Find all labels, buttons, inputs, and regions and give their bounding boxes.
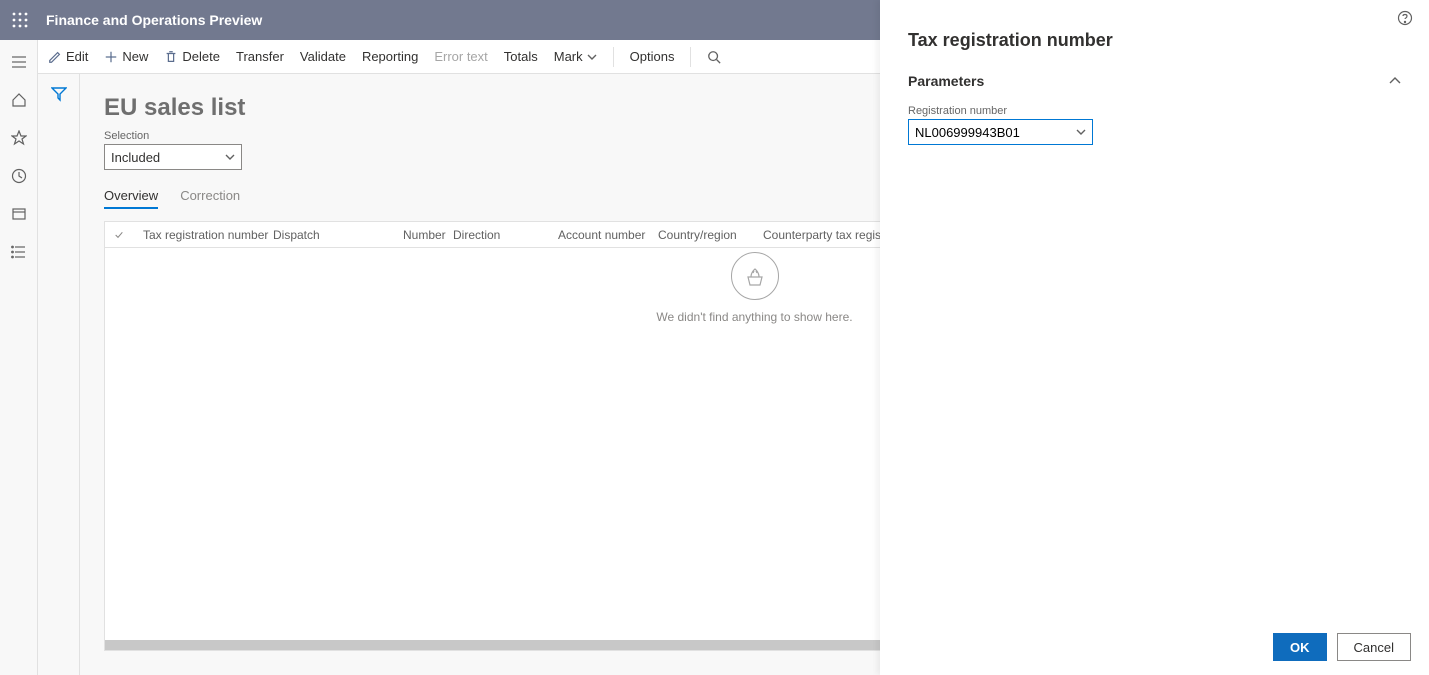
cancel-button[interactable]: Cancel (1337, 633, 1411, 661)
new-label: New (122, 49, 148, 64)
clock-icon (11, 168, 27, 184)
search-icon (707, 50, 721, 64)
modules-button[interactable] (9, 242, 29, 262)
panel-title: Tax registration number (880, 26, 1429, 67)
col-number[interactable]: Number (393, 228, 443, 242)
app-launcher-button[interactable] (0, 0, 40, 40)
filter-button[interactable] (51, 86, 67, 675)
error-text-button[interactable]: Error text (434, 49, 487, 64)
tab-correction[interactable]: Correction (180, 188, 240, 209)
left-nav-rail (0, 40, 38, 675)
registration-number-dropdown[interactable] (1071, 127, 1092, 137)
edit-button[interactable]: Edit (48, 49, 88, 64)
workspaces-button[interactable] (9, 204, 29, 224)
registration-number-field[interactable] (908, 119, 1093, 145)
empty-illustration (731, 252, 779, 300)
col-account[interactable]: Account number (548, 228, 648, 242)
trash-icon (164, 50, 178, 64)
edit-label: Edit (66, 49, 88, 64)
col-country[interactable]: Country/region (648, 228, 753, 242)
reporting-label: Reporting (362, 49, 418, 64)
chevron-up-icon (1389, 75, 1401, 87)
filter-icon (51, 86, 67, 102)
hamburger-button[interactable] (9, 52, 29, 72)
options-button[interactable]: Options (630, 49, 675, 64)
home-button[interactable] (9, 90, 29, 110)
hamburger-icon (11, 54, 27, 70)
mark-menu[interactable]: Mark (554, 49, 597, 64)
selection-value: Included (111, 150, 160, 165)
new-button[interactable]: New (104, 49, 148, 64)
app-title: Finance and Operations Preview (40, 12, 262, 28)
recent-button[interactable] (9, 166, 29, 186)
validate-label: Validate (300, 49, 346, 64)
mark-label: Mark (554, 49, 583, 64)
star-icon (11, 130, 27, 146)
command-divider-2 (690, 47, 691, 67)
panel-header-actions (880, 0, 1429, 26)
home-icon (11, 92, 27, 108)
delete-label: Delete (182, 49, 220, 64)
workspace-icon (11, 206, 27, 222)
side-panel: Tax registration number Parameters Regis… (880, 0, 1429, 675)
error-text-label: Error text (434, 49, 487, 64)
chevron-down-icon (1076, 127, 1086, 137)
help-icon[interactable] (1397, 10, 1413, 26)
options-label: Options (630, 49, 675, 64)
parameters-section-toggle[interactable]: Parameters (880, 67, 1429, 95)
favorites-button[interactable] (9, 128, 29, 148)
tab-overview[interactable]: Overview (104, 188, 158, 209)
check-icon (115, 229, 123, 241)
validate-button[interactable]: Validate (300, 49, 346, 64)
select-all-checkbox[interactable] (105, 229, 133, 241)
col-tax-reg[interactable]: Tax registration number (133, 228, 263, 242)
plant-icon (742, 263, 768, 289)
chevron-down-icon (587, 52, 597, 62)
parameters-label: Parameters (908, 73, 984, 89)
registration-number-input[interactable] (909, 125, 1071, 140)
pencil-icon (48, 50, 62, 64)
waffle-icon (12, 12, 28, 28)
command-divider (613, 47, 614, 67)
chevron-down-icon (225, 152, 235, 162)
transfer-label: Transfer (236, 49, 284, 64)
command-search-button[interactable] (707, 50, 721, 64)
transfer-button[interactable]: Transfer (236, 49, 284, 64)
filter-rail (38, 74, 80, 675)
totals-button[interactable]: Totals (504, 49, 538, 64)
registration-number-wrap (880, 119, 1429, 145)
empty-text: We didn't find anything to show here. (656, 310, 852, 324)
reporting-button[interactable]: Reporting (362, 49, 418, 64)
panel-footer: OK Cancel (880, 619, 1429, 675)
list-icon (11, 244, 27, 260)
plus-icon (104, 50, 118, 64)
selection-dropdown[interactable]: Included (104, 144, 242, 170)
ok-button[interactable]: OK (1273, 633, 1327, 661)
registration-number-label: Registration number (880, 95, 1429, 119)
col-dispatch[interactable]: Dispatch (263, 228, 393, 242)
totals-label: Totals (504, 49, 538, 64)
delete-button[interactable]: Delete (164, 49, 220, 64)
col-direction[interactable]: Direction (443, 228, 548, 242)
